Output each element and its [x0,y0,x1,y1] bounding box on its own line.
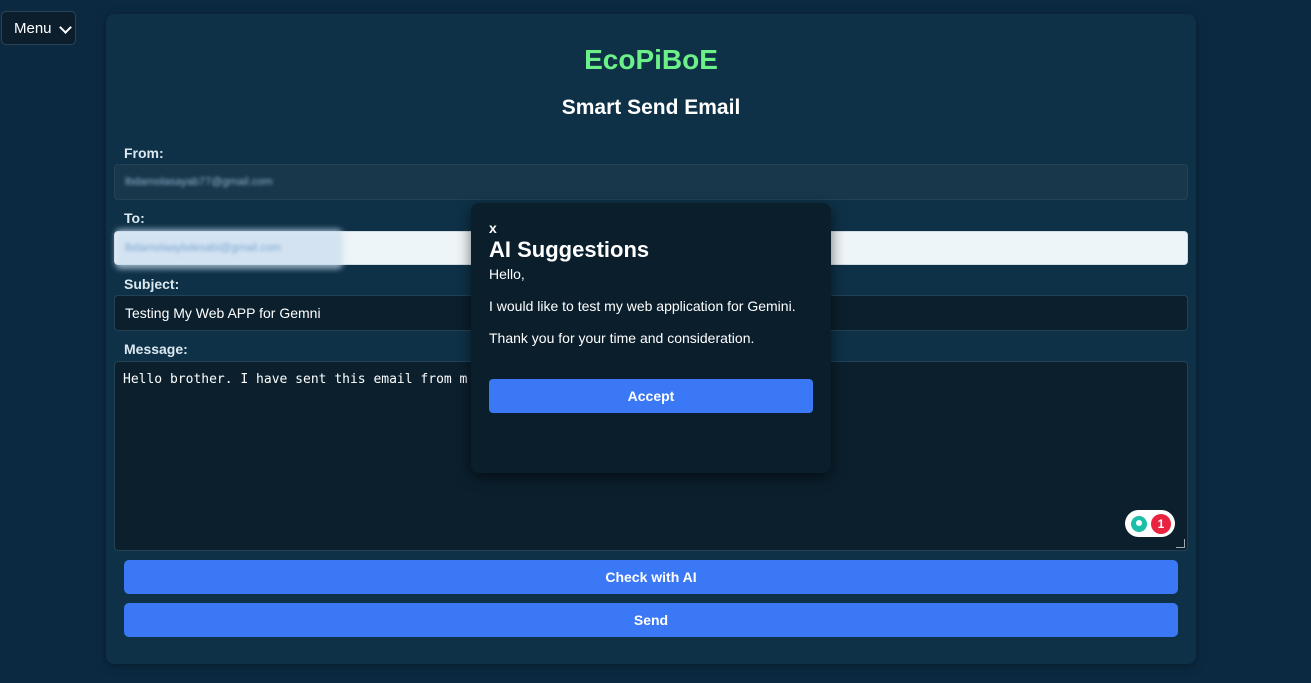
lightbulb-icon [1131,515,1147,532]
close-icon[interactable]: x [489,220,497,236]
suggestion-line: Thank you for your time and consideratio… [489,330,755,346]
suggestion-line: I would like to test my web application … [489,298,796,314]
from-label: From: [124,145,164,161]
from-value: lbdamolasayab77@gmail.com [125,176,273,188]
suggestion-count-badge: 1 [1151,513,1171,534]
check-with-ai-button[interactable]: Check with AI [124,560,1178,594]
ai-suggestions-modal: x AI Suggestions Hello, I would like to … [471,203,831,473]
accept-button[interactable]: Accept [489,379,813,413]
menu-select-value: Menu [14,19,52,37]
subject-label: Subject: [124,276,180,292]
grammar-extension-badge[interactable]: 1 [1125,510,1175,537]
message-label: Message: [124,341,188,357]
from-field[interactable]: lbdamolasayab77@gmail.com [114,164,1188,200]
app-title: EcoPiBoE [584,44,718,75]
message-value: Hello brother. I have sent this email fr… [123,372,468,387]
to-label: To: [124,210,145,226]
chevron-down-icon [59,21,72,34]
resize-handle[interactable] [1176,539,1185,548]
to-value: lbdamolaaybdesabi@gmail.com [125,242,282,254]
form-title: Smart Send Email [561,96,741,119]
modal-title: AI Suggestions [489,237,650,262]
suggestion-line: Hello, [489,266,525,282]
menu-select[interactable]: Menu [1,11,76,45]
send-button[interactable]: Send [124,603,1178,637]
subject-value: Testing My Web APP for Gemni [125,305,321,321]
